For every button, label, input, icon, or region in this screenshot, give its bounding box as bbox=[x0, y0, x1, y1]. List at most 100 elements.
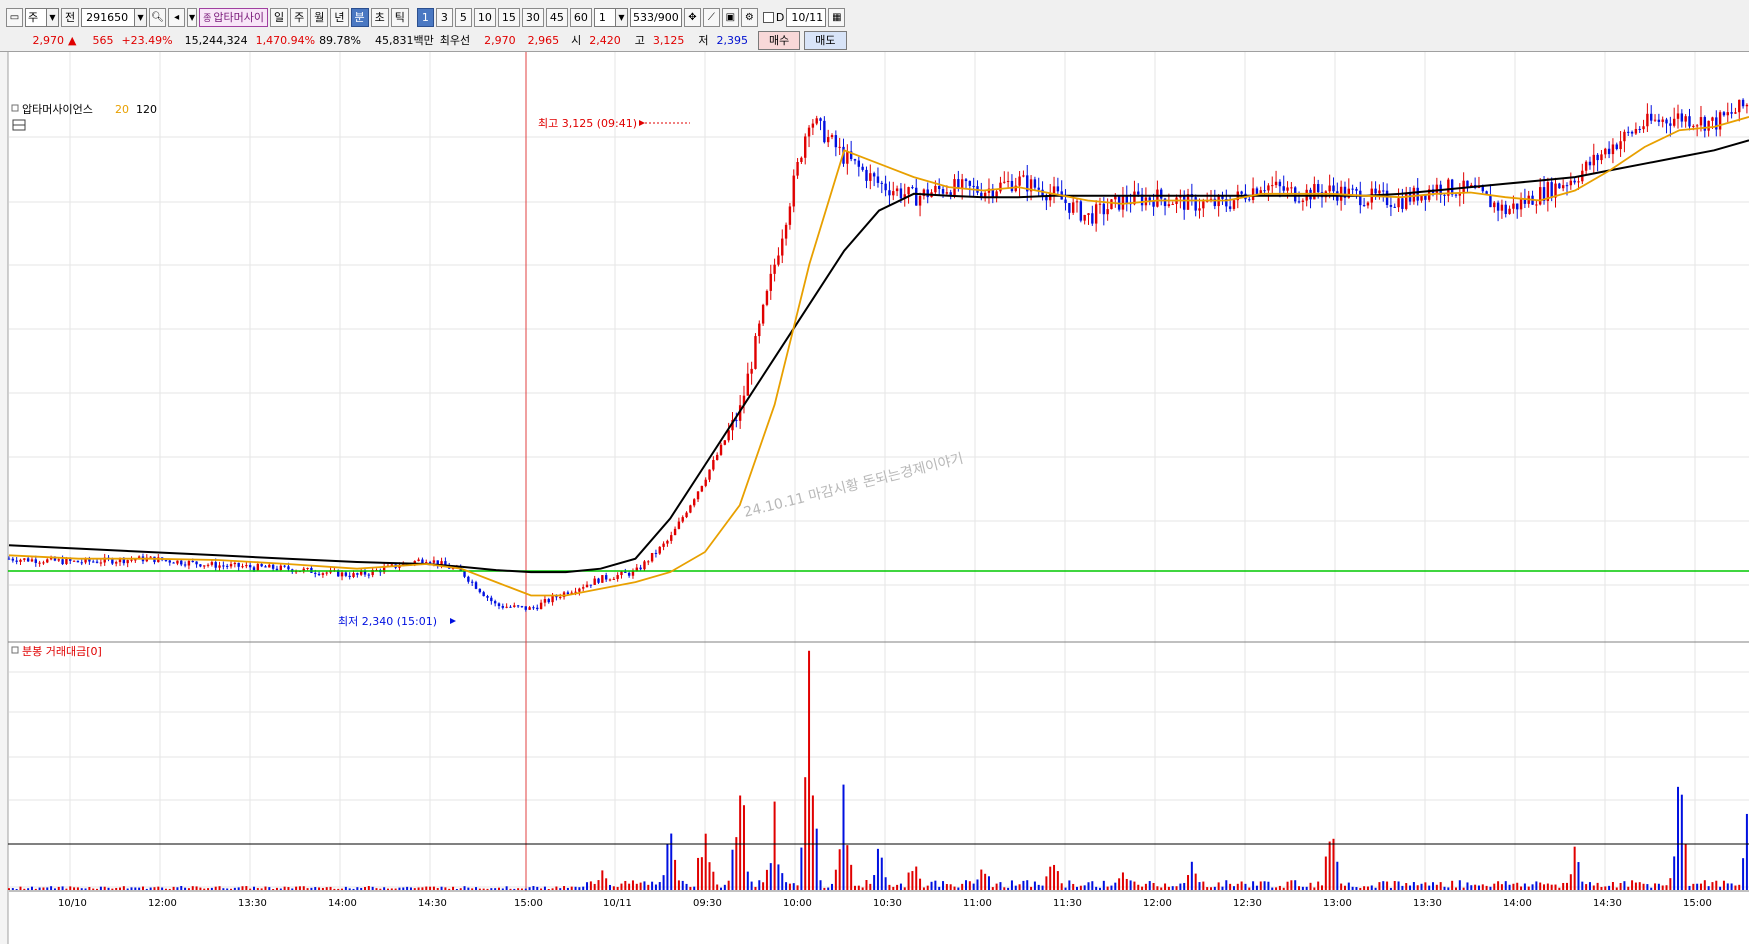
period-year[interactable]: 년 bbox=[330, 7, 349, 27]
period-second[interactable]: 초 bbox=[370, 7, 389, 27]
volume-bar bbox=[337, 888, 340, 890]
candle-body bbox=[524, 606, 527, 610]
chevron-down-icon[interactable]: ▼ bbox=[135, 7, 148, 27]
legend-stock-name: 압타머사이언스 bbox=[22, 103, 93, 116]
multiplier-field[interactable]: 1 bbox=[593, 7, 616, 27]
volume-bar bbox=[134, 887, 137, 890]
volume-bar bbox=[1677, 786, 1680, 890]
volume-bar bbox=[1497, 881, 1500, 890]
candle-body bbox=[639, 567, 642, 570]
search-icon[interactable]: 🔍︎ bbox=[149, 7, 167, 27]
bar-count-field[interactable]: 533/900 bbox=[629, 7, 682, 27]
candle-body bbox=[1519, 199, 1523, 210]
chevron-down-icon[interactable]: ▼ bbox=[47, 7, 59, 27]
candle-body bbox=[719, 444, 723, 455]
volume-bar bbox=[700, 857, 703, 890]
gear-icon[interactable]: ⚙ bbox=[740, 7, 758, 27]
draw-line-icon[interactable]: ⟋ bbox=[702, 7, 720, 27]
volume-bar bbox=[987, 876, 990, 890]
period-day[interactable]: 일 bbox=[270, 7, 289, 27]
chevron-down-icon[interactable]: ▼ bbox=[615, 7, 628, 27]
candle-body bbox=[1194, 197, 1197, 211]
candle-body bbox=[1251, 188, 1255, 201]
candle-body bbox=[1638, 128, 1641, 130]
volume-bar bbox=[1443, 886, 1446, 890]
volume-bar bbox=[176, 887, 179, 890]
volume-bar bbox=[379, 888, 382, 890]
calendar-icon[interactable]: ▦ bbox=[828, 7, 846, 27]
window-icon[interactable]: ▭ bbox=[6, 7, 23, 27]
volume-bar bbox=[899, 883, 902, 890]
candle-body bbox=[46, 559, 49, 563]
volume-bar bbox=[497, 887, 500, 890]
candle-body bbox=[1630, 131, 1634, 134]
candle-body bbox=[180, 560, 183, 565]
chevron-down-icon[interactable]: ▼ bbox=[187, 7, 198, 27]
volume-bar bbox=[195, 886, 198, 890]
volume-bar bbox=[1458, 880, 1461, 890]
date-field[interactable]: 10/11 bbox=[786, 7, 827, 27]
stock-code-input[interactable]: 291650 bbox=[81, 7, 136, 27]
interval-15[interactable]: 15 bbox=[497, 7, 520, 27]
candle-body bbox=[1071, 202, 1075, 213]
volume-bar bbox=[876, 848, 879, 890]
speaker-icon[interactable]: ◂ bbox=[168, 7, 186, 27]
candle-body bbox=[643, 561, 646, 570]
candle-body bbox=[746, 373, 750, 396]
candle-body bbox=[723, 440, 727, 445]
save-icon[interactable]: ▣ bbox=[721, 7, 739, 27]
candle-body bbox=[650, 552, 654, 562]
candle-body bbox=[509, 606, 512, 608]
volume-bar bbox=[180, 886, 183, 890]
candle-body bbox=[547, 599, 550, 603]
volume-bar bbox=[1405, 883, 1408, 890]
interval-5[interactable]: 5 bbox=[454, 7, 472, 27]
candle-body bbox=[1240, 191, 1243, 194]
candle-body bbox=[1634, 128, 1638, 134]
volume-bar bbox=[1657, 883, 1660, 890]
cursor-icon[interactable]: ✥ bbox=[683, 7, 701, 27]
volume-bar bbox=[1531, 884, 1534, 890]
candle-body bbox=[612, 578, 616, 580]
high-label: 고 bbox=[634, 34, 645, 47]
volume-bar bbox=[486, 888, 489, 890]
prefix-button[interactable]: 전 bbox=[61, 7, 80, 27]
sell-button[interactable]: 매도 bbox=[804, 30, 847, 50]
candle-body bbox=[872, 173, 876, 177]
candle-body bbox=[627, 572, 631, 576]
stock-chart[interactable]: 압타머사이언스 20 120 최고 3,125 (09:41) 최저 2,340… bbox=[0, 52, 1749, 944]
interval-30[interactable]: 30 bbox=[521, 7, 544, 27]
multiplier-combo[interactable]: 1 ▼ bbox=[593, 7, 628, 27]
market-combo[interactable]: 주 ▼ bbox=[25, 7, 59, 27]
interval-45[interactable]: 45 bbox=[545, 7, 568, 27]
interval-3[interactable]: 3 bbox=[435, 7, 453, 27]
volume-bar bbox=[543, 886, 546, 890]
interval-60[interactable]: 60 bbox=[569, 7, 592, 27]
period-week[interactable]: 주 bbox=[290, 7, 309, 27]
volume-bar bbox=[1393, 881, 1396, 890]
candle-body bbox=[1182, 195, 1186, 210]
period-month[interactable]: 월 bbox=[310, 7, 329, 27]
code-combo[interactable]: 291650 ▼ bbox=[81, 7, 148, 27]
volume-bar bbox=[957, 887, 960, 890]
volume-bar bbox=[1409, 885, 1412, 890]
interval-1[interactable]: 1 bbox=[416, 7, 434, 27]
volume-bar bbox=[444, 887, 447, 890]
candle-body bbox=[1657, 119, 1661, 122]
candle-body bbox=[168, 560, 171, 563]
market-field[interactable]: 주 bbox=[25, 7, 47, 27]
candle-body bbox=[306, 567, 309, 569]
volume-bar bbox=[850, 864, 853, 890]
volume-bar bbox=[1267, 881, 1270, 890]
volume-bar bbox=[402, 887, 405, 890]
stock-name-label[interactable]: 종 압타머사이 bbox=[199, 7, 269, 27]
interval-10[interactable]: 10 bbox=[473, 7, 496, 27]
volume-bar bbox=[1608, 885, 1611, 890]
chart-area[interactable]: 압타머사이언스 20 120 최고 3,125 (09:41) 최저 2,340… bbox=[0, 52, 1749, 944]
candle-body bbox=[750, 368, 753, 374]
buy-button[interactable]: 매수 bbox=[758, 30, 801, 50]
period-tick[interactable]: 틱 bbox=[390, 7, 409, 27]
candle-body bbox=[1274, 181, 1278, 186]
date-checkbox[interactable] bbox=[762, 11, 774, 23]
period-minute[interactable]: 분 bbox=[350, 7, 369, 27]
